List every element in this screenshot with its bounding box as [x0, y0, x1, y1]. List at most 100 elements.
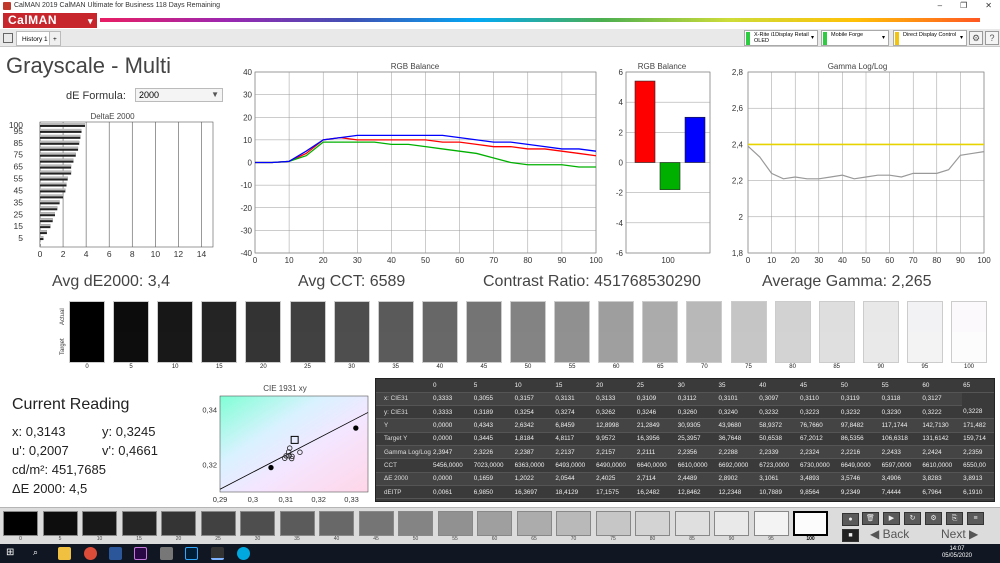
copy-icon[interactable]: ⎘	[946, 512, 963, 525]
word-icon[interactable]	[109, 547, 122, 560]
next-button[interactable]: Next ▶	[941, 527, 978, 543]
patch-button[interactable]	[635, 511, 670, 536]
target-swatch	[466, 332, 501, 362]
target-swatch	[555, 332, 590, 362]
calman-menu-button[interactable]: CalMAN ▾	[3, 13, 97, 28]
calman-taskbar-icon[interactable]	[211, 547, 224, 560]
patch-level-label: 85	[689, 536, 695, 542]
stop-icon[interactable]: ■	[842, 529, 859, 542]
patch-button[interactable]	[398, 511, 433, 536]
table-cell: 43,9680	[717, 418, 759, 433]
patch-button[interactable]	[477, 511, 512, 536]
table-cell: 2,2288	[717, 445, 759, 460]
patch-button[interactable]	[516, 511, 552, 536]
patch-level-label: 95	[768, 536, 774, 542]
table-cell: 0,3232	[758, 405, 800, 420]
patch-button[interactable]	[319, 511, 354, 536]
patch-button[interactable]	[121, 511, 157, 536]
chevron-down-icon: ▾	[810, 35, 814, 41]
patch-button[interactable]	[556, 511, 591, 536]
deltae-bar-highlight	[40, 170, 72, 173]
table-row[interactable]: ΔE 2000 0,0000 0,1659 1,2022 2,0544 2,4025 2,7…	[376, 472, 994, 486]
table-cell: 1,2022	[513, 472, 555, 486]
record-icon[interactable]: ●	[842, 513, 859, 526]
table-row[interactable]: dEITP 0,0061 6,9850 16,3697 18,4129 17,1575 16…	[376, 485, 994, 500]
windows-start-icon[interactable]: ⊞	[6, 547, 19, 560]
patch-level-label: 20	[175, 536, 182, 542]
patch-button[interactable]	[82, 511, 117, 536]
patch-button[interactable]	[753, 511, 789, 536]
table-cell: 6730,0000	[799, 458, 840, 473]
gear-icon[interactable]: ⚙	[969, 31, 983, 45]
table-cell: 2,0544	[554, 472, 596, 486]
deltae-bar-highlight	[40, 146, 79, 149]
x-tick-label: 70	[489, 256, 498, 265]
actual-swatch	[202, 302, 237, 332]
table-cell: 0,3333	[432, 405, 473, 420]
de-formula-select[interactable]: 2000 ▼	[135, 88, 223, 102]
patch-button[interactable]	[437, 511, 473, 536]
table-cell: 7023,0000	[472, 458, 514, 473]
measurement-table[interactable]: 0 5 10 15 20 25 30 35 40 45 50 55 60 65 x: CIE31 0,3333…	[375, 378, 995, 502]
patch-button[interactable]	[714, 511, 749, 536]
patch-button[interactable]	[279, 511, 315, 536]
swatch-pair	[642, 301, 679, 363]
settings-icon[interactable]: ⚙	[925, 512, 942, 525]
swatch-pair	[862, 301, 899, 363]
x-tick-label: 60	[885, 256, 894, 265]
y-tick-label: 0	[248, 159, 253, 168]
table-row[interactable]: Target Y 0,0000 0,3445 1,8184 4,8117 9,9572 16…	[376, 432, 994, 446]
target-swatch	[114, 332, 149, 362]
table-row[interactable]: x: CIE31 0,3333 0,3055 0,3157 0,3131 0,3133 0,…	[376, 392, 994, 407]
device-source-select[interactable]: Mobile Forge ▾	[821, 30, 889, 46]
single-read-icon[interactable]: ▶	[883, 512, 900, 525]
deltae-bar-highlight	[40, 176, 68, 179]
table-cell: 0,3127	[921, 392, 963, 407]
table-cell: 16,2482	[635, 485, 677, 500]
premiere-icon[interactable]	[134, 547, 147, 560]
x-tick-label: 4	[84, 249, 89, 259]
swatch-level-label: 75	[745, 364, 752, 370]
add-tab-button[interactable]: +	[49, 31, 61, 46]
patch-level-label: 5	[58, 536, 62, 542]
list-icon[interactable]: ≡	[967, 512, 984, 525]
patch-button[interactable]	[674, 511, 710, 536]
history-icon[interactable]	[3, 33, 13, 43]
delete-icon[interactable]: 🗑	[862, 512, 879, 525]
table-row[interactable]: Gamma Log/Log 2,3947 2,3226 2,2387 2,2137 2,2…	[376, 445, 994, 460]
patch-button[interactable]	[595, 511, 631, 536]
app-icon-blue[interactable]	[237, 547, 250, 560]
column-header: 50	[839, 379, 881, 393]
table-row[interactable]: y: CIE31 0,3333 0,3189 0,3254 0,3274 0,3262 0,…	[376, 405, 994, 420]
patch-button[interactable]	[240, 511, 275, 536]
search-icon[interactable]: ⌕	[33, 547, 46, 560]
close-button[interactable]: ✕	[985, 1, 992, 10]
table-row[interactable]: CCT 5456,0000 7023,0000 6363,0000 6493,0000 6…	[376, 458, 994, 473]
help-icon[interactable]: ?	[985, 31, 999, 45]
maximize-button[interactable]: ❐	[960, 1, 967, 10]
minimize-button[interactable]: –	[938, 1, 942, 10]
app-icon-grey[interactable]	[160, 547, 173, 560]
patch-button[interactable]	[200, 511, 236, 536]
swatch-level-label: 70	[701, 364, 708, 370]
table-cell: 30,9305	[676, 418, 718, 433]
patch-button[interactable]	[3, 511, 38, 536]
device-display-select[interactable]: Direct Display Control ▾	[893, 30, 967, 46]
patch-button[interactable]	[358, 511, 394, 536]
back-button[interactable]: ◀ Back	[870, 527, 909, 543]
chrome-icon[interactable]	[84, 547, 97, 560]
table-cell: 0,3119	[839, 392, 881, 407]
patch-button[interactable]	[161, 511, 196, 536]
table-row[interactable]: Y 0,0000 0,4343 2,6342 6,8459 12,8998 21,2849 3…	[376, 418, 994, 433]
loop-icon[interactable]: ↻	[904, 512, 921, 525]
photoshop-icon[interactable]	[185, 547, 198, 560]
table-cell: 25,3957	[676, 432, 718, 446]
patch-button[interactable]	[793, 511, 828, 536]
device-meter-select[interactable]: X-Rite i1Display Retail OLED ▾	[744, 30, 818, 46]
tab-history-1[interactable]: History 1	[16, 31, 54, 46]
patch-button[interactable]	[42, 511, 78, 536]
table-cell: 16,3956	[635, 432, 677, 446]
actual-swatch	[466, 302, 501, 332]
target-swatch	[334, 332, 369, 362]
file-explorer-icon[interactable]	[58, 547, 71, 560]
